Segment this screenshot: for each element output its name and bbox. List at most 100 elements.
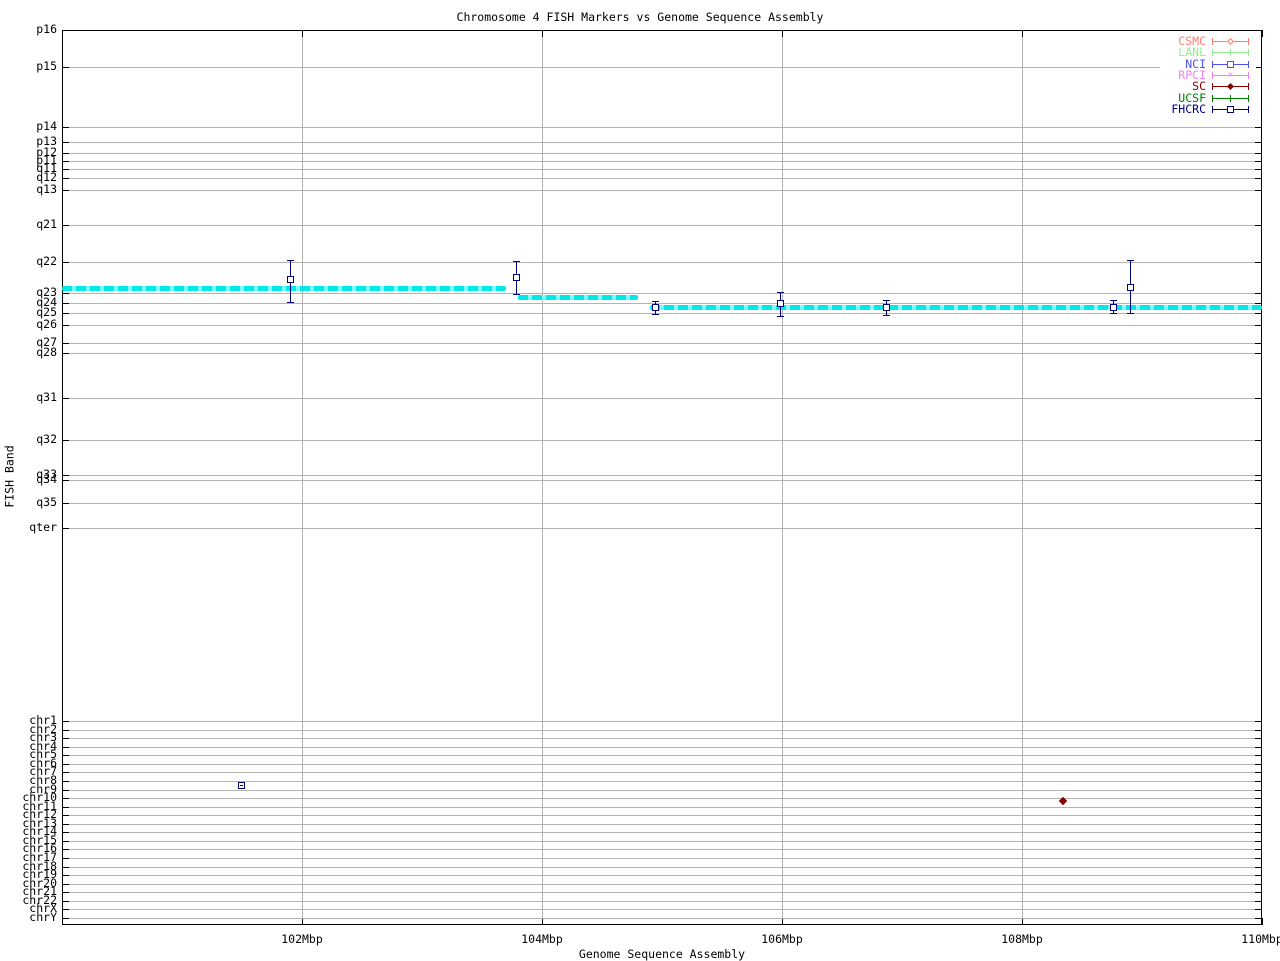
- chrom-chr5-gridline: [62, 755, 1262, 756]
- legend-marker-diamond: [1226, 37, 1235, 46]
- chrom-chr13-tick-left: [62, 824, 69, 825]
- band-q28-tick-left: [62, 353, 69, 354]
- chrom-chrX-gridline: [62, 909, 1262, 910]
- band-qter-tick-left: [62, 528, 69, 529]
- chrom-chrX-tick-right: [1255, 909, 1262, 910]
- errorbar-cap: [513, 294, 520, 295]
- band-q34-gridline: [62, 480, 1262, 481]
- chrom-chr18-tick-right: [1255, 867, 1262, 868]
- chrom-chr9-gridline: [62, 790, 1262, 791]
- band-qter-tick-right: [1255, 528, 1262, 529]
- errorbar-cap: [513, 261, 520, 262]
- legend-marker-tick: [1230, 49, 1231, 57]
- legend-sample-cap: [1248, 71, 1249, 79]
- x-tick-label: 108Mbp: [1001, 932, 1043, 946]
- band-p15-tick-left: [62, 67, 69, 68]
- band-q26-gridline: [62, 325, 1262, 326]
- chrom-chr3-gridline: [62, 738, 1262, 739]
- band-q22-label: q22: [36, 254, 57, 268]
- legend-row-nci: NCI: [1160, 58, 1256, 70]
- band-p14-tick-left: [62, 127, 69, 128]
- chrom-chr17-tick-right: [1255, 858, 1262, 859]
- band-q27-gridline: [62, 343, 1262, 344]
- chrom-chr6-gridline: [62, 764, 1262, 765]
- chrom-chr16-gridline: [62, 849, 1262, 850]
- chrom-chr9-tick-left: [62, 790, 69, 791]
- legend-sample-cap: [1212, 71, 1213, 79]
- band-q26-label: q26: [36, 317, 57, 331]
- chrom-chr15-tick-left: [62, 841, 69, 842]
- chrom-chr1-tick-right: [1255, 721, 1262, 722]
- legend-marker-square: [1227, 105, 1234, 113]
- errorbar-cap: [1127, 313, 1134, 314]
- chrom-chr19-tick-right: [1255, 875, 1262, 876]
- chrom-chr6-tick-left: [62, 764, 69, 765]
- chrom-chrY-tick-left: [62, 918, 69, 919]
- band-q13-label: q13: [36, 182, 57, 196]
- band-q27-tick-right: [1255, 343, 1262, 344]
- legend-sample-cap: [1212, 38, 1213, 45]
- chrom-chr14-tick-left: [62, 832, 69, 833]
- chrom-chr12-tick-right: [1255, 815, 1262, 816]
- band-p13-gridline: [62, 142, 1262, 143]
- band-q33-tick-left: [62, 475, 69, 476]
- x-tick-label: 110Mbp: [1241, 932, 1280, 946]
- chrom-chr5-tick-right: [1255, 755, 1262, 756]
- chrom-chr20-gridline: [62, 884, 1262, 885]
- band-q32-tick-right: [1255, 440, 1262, 441]
- band-q31-tick-left: [62, 398, 69, 399]
- chrom-chr8-tick-left: [62, 781, 69, 782]
- band-q24-gridline: [62, 303, 1262, 304]
- errorbar-cap: [1110, 300, 1117, 301]
- band-p11-tick-left: [62, 161, 69, 162]
- chrom-chr17-gridline: [62, 858, 1262, 859]
- errorbar-cap: [883, 300, 890, 301]
- chrom-chrY-gridline: [62, 918, 1262, 919]
- chrom-chr22-tick-left: [62, 901, 69, 902]
- chrom-chr4-tick-left: [62, 747, 69, 748]
- band-p13-tick-right: [1255, 142, 1262, 143]
- legend-sample-cap: [1248, 94, 1249, 102]
- band-q25-tick-left: [62, 313, 69, 314]
- errorbar-cap: [1127, 260, 1134, 261]
- legend-sample-cap: [1248, 38, 1249, 45]
- band-q33-tick-right: [1255, 475, 1262, 476]
- legend-marker-tick: [1230, 94, 1231, 102]
- marker-square: [1127, 284, 1134, 291]
- chrom-chrY-label: chrY: [29, 910, 57, 924]
- band-p15-gridline: [62, 67, 1262, 68]
- chrom-chr5-tick-left: [62, 755, 69, 756]
- chrom-chr2-gridline: [62, 730, 1262, 731]
- band-p12-tick-right: [1255, 153, 1262, 154]
- band-q34-tick-right: [1255, 480, 1262, 481]
- chrom-chr13-gridline: [62, 824, 1262, 825]
- legend-sample-cap: [1248, 49, 1249, 57]
- chrom-chr3-tick-left: [62, 738, 69, 739]
- band-q28-gridline: [62, 353, 1262, 354]
- chrom-chr10-gridline: [62, 798, 1262, 799]
- chrom-chr22-gridline: [62, 901, 1262, 902]
- legend-sample-cap: [1212, 105, 1213, 113]
- chrom-chr19-tick-left: [62, 875, 69, 876]
- band-q35-tick-right: [1255, 503, 1262, 504]
- chrom-chr20-tick-right: [1255, 884, 1262, 885]
- band-q13-gridline: [62, 190, 1262, 191]
- fish-markers-chart: Chromosome 4 FISH Markers vs Genome Sequ…: [0, 0, 1280, 961]
- marker-square: [513, 274, 520, 281]
- band-q21-tick-right: [1255, 225, 1262, 226]
- y-axis-title: FISH Band: [2, 445, 17, 508]
- band-p13-tick-left: [62, 142, 69, 143]
- legend-sample-cap: [1248, 105, 1249, 113]
- chrom-chr11-tick-right: [1255, 807, 1262, 808]
- x-tick-top: [1022, 30, 1023, 37]
- chrom-chr10-tick-right: [1255, 798, 1262, 799]
- band-q31-tick-right: [1255, 398, 1262, 399]
- band-q22-tick-right: [1255, 262, 1262, 263]
- chrom-chr2-tick-left: [62, 730, 69, 731]
- chrom-chr16-tick-left: [62, 849, 69, 850]
- band-p11-gridline: [62, 161, 1262, 162]
- chrom-chr7-gridline: [62, 772, 1262, 773]
- band-q32-tick-left: [62, 440, 69, 441]
- legend-label: FHCRC: [1171, 101, 1206, 116]
- legend-sample-cap: [1212, 49, 1213, 57]
